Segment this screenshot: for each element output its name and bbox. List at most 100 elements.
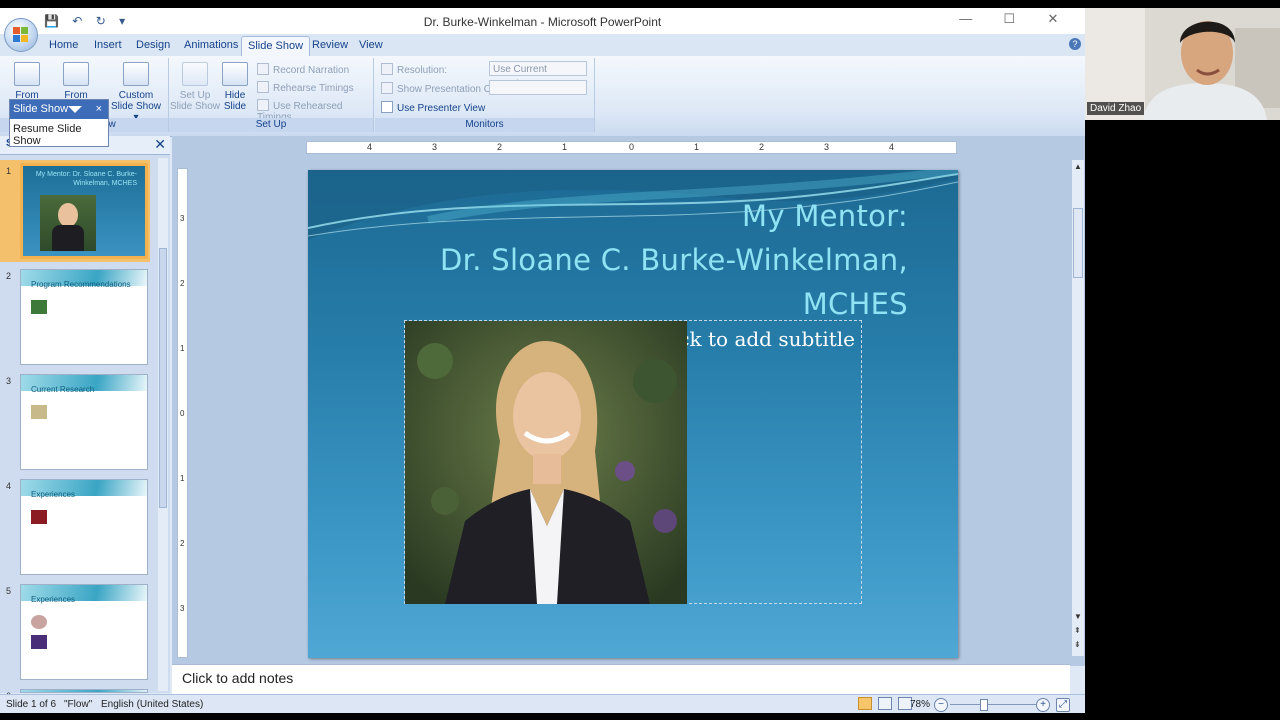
set-up-icon bbox=[182, 62, 208, 86]
rehearse-timings-icon bbox=[257, 81, 269, 93]
monitor-icon bbox=[381, 82, 393, 94]
window-controls: — ☐ ✕ bbox=[946, 11, 1073, 27]
maximize-button[interactable]: ☐ bbox=[989, 11, 1029, 27]
popup-header[interactable]: Slide Show × bbox=[10, 100, 108, 119]
editor-scrollbar[interactable]: ▲ ▼ ⇞ ⇟ bbox=[1072, 160, 1084, 656]
monitors-group-label: Monitors bbox=[375, 118, 594, 132]
set-up-slide-show-button[interactable]: Set Up Slide Show bbox=[169, 62, 221, 112]
popup-close-icon[interactable]: × bbox=[96, 100, 102, 119]
custom-slide-show-icon bbox=[123, 62, 149, 86]
office-button[interactable] bbox=[4, 18, 38, 52]
zoom-level[interactable]: 78% bbox=[910, 699, 930, 710]
notes-pane[interactable]: Click to add notes bbox=[172, 664, 1070, 695]
slides-pane-close-icon[interactable]: ✕ bbox=[154, 136, 166, 153]
record-narration-button[interactable]: Record Narration bbox=[257, 63, 349, 76]
custom-slide-show-button[interactable]: Custom Slide Show ▾ bbox=[108, 62, 164, 123]
checkbox-icon bbox=[381, 101, 393, 113]
tab-insert[interactable]: Insert bbox=[94, 39, 122, 51]
theme-name: "Flow" bbox=[64, 699, 93, 710]
thumb-graphic bbox=[31, 300, 47, 314]
window-title: Dr. Burke-Winkelman - Microsoft PowerPoi… bbox=[423, 15, 662, 29]
resolution-select[interactable]: Use Current Resolut... bbox=[489, 61, 587, 90]
thumb-title: My Mentor: Dr. Sloane C. Burke-Winkelman… bbox=[35, 171, 137, 187]
thumb-wave bbox=[21, 690, 147, 692]
ribbon-tabs: Home Insert Design Animations Slide Show… bbox=[0, 34, 1085, 58]
scrollbar-thumb[interactable] bbox=[159, 248, 167, 508]
from-beginning-icon bbox=[14, 62, 40, 86]
powerpoint-window: 💾 ↶ ↻ ▾ Dr. Burke-Winkelman - Microsoft … bbox=[0, 8, 1085, 713]
from-current-slide-button[interactable]: From bbox=[50, 62, 102, 101]
thumb-number: 3 bbox=[6, 376, 12, 386]
thumb-number: 4 bbox=[6, 481, 12, 491]
thumb-number: 5 bbox=[6, 586, 12, 596]
slides-pane-scrollbar[interactable] bbox=[158, 158, 168, 691]
mentor-photo[interactable] bbox=[405, 321, 687, 604]
show-presentation-on-label: Show Presentation On: bbox=[381, 82, 500, 95]
office-logo-icon bbox=[13, 27, 29, 43]
slide-thumbnail-6[interactable] bbox=[20, 689, 148, 693]
resume-slide-show-item[interactable]: Resume Slide Show bbox=[10, 119, 108, 151]
hide-slide-icon bbox=[222, 62, 248, 86]
notes-placeholder: Click to add notes bbox=[182, 670, 294, 686]
next-slide-icon[interactable]: ⇟ bbox=[1074, 640, 1081, 649]
ribbon: From From Custom Slide Show ▾ ow Set Up … bbox=[0, 56, 1085, 137]
tab-view[interactable]: View bbox=[359, 39, 383, 51]
thumb-photo bbox=[40, 195, 96, 251]
set-up-group-label: Set Up bbox=[169, 118, 373, 132]
tab-slide-show[interactable]: Slide Show bbox=[241, 36, 311, 58]
thumb-number: 2 bbox=[6, 271, 12, 281]
zoom-slider-knob[interactable] bbox=[980, 699, 988, 711]
scroll-up-icon[interactable]: ▲ bbox=[1074, 162, 1082, 171]
from-beginning-button[interactable]: From bbox=[1, 62, 53, 101]
slide-thumbnail-3[interactable]: Current Research bbox=[20, 374, 148, 470]
scroll-down-icon[interactable]: ▼ bbox=[1074, 612, 1082, 621]
thumb-title: Program Recommendations bbox=[31, 280, 131, 289]
slide-title[interactable]: My Mentor: Dr. Sloane C. Burke-Winkelman… bbox=[440, 194, 908, 326]
slides-pane: Slides Outline ✕ 1 My Mentor: Dr. Sloane… bbox=[0, 136, 170, 701]
slide-sorter-view-icon[interactable] bbox=[877, 697, 892, 710]
hide-slide-button[interactable]: Hide Slide bbox=[215, 62, 255, 112]
zoom-slider[interactable] bbox=[950, 699, 1040, 711]
fit-to-window-icon[interactable]: ⤢ bbox=[1056, 698, 1070, 712]
record-narration-icon bbox=[257, 63, 269, 75]
dropdown-arrow-icon[interactable] bbox=[68, 106, 82, 113]
zoom-in-icon[interactable]: + bbox=[1036, 698, 1050, 712]
help-icon[interactable]: ? bbox=[1069, 38, 1081, 50]
horizontal-ruler: 4 3 2 1 0 1 2 3 4 bbox=[306, 141, 957, 154]
show-presentation-on-select[interactable] bbox=[489, 80, 587, 95]
scrollbar-thumb[interactable] bbox=[1073, 208, 1083, 278]
checkbox-icon bbox=[257, 99, 269, 111]
normal-view-icon[interactable] bbox=[858, 697, 872, 710]
slide-show-popup-menu: Slide Show × Resume Slide Show bbox=[9, 99, 109, 147]
webcam-feed: David Zhao bbox=[1085, 8, 1280, 120]
black-margin bbox=[1085, 120, 1280, 720]
title-bar: 💾 ↶ ↻ ▾ Dr. Burke-Winkelman - Microsoft … bbox=[0, 8, 1085, 34]
slide-thumbnail-4[interactable]: Experiences bbox=[20, 479, 148, 575]
use-presenter-view-checkbox[interactable]: Use Presenter View bbox=[381, 101, 485, 114]
participant-name: David Zhao bbox=[1087, 102, 1145, 115]
close-button[interactable]: ✕ bbox=[1033, 11, 1073, 27]
vertical-ruler: 3 2 1 0 1 2 3 bbox=[177, 168, 188, 658]
slide-thumbnail-1[interactable]: My Mentor: Dr. Sloane C. Burke-Winkelman… bbox=[20, 163, 148, 259]
thumb-title: Current Research bbox=[31, 385, 95, 394]
zoom-out-icon[interactable]: − bbox=[934, 698, 948, 712]
thumb-graphic bbox=[31, 635, 47, 649]
slide-thumbnail-2[interactable]: Program Recommendations bbox=[20, 269, 148, 365]
resolution-icon bbox=[381, 63, 393, 75]
tab-animations[interactable]: Animations bbox=[184, 39, 238, 51]
previous-slide-icon[interactable]: ⇞ bbox=[1074, 626, 1081, 635]
tab-review[interactable]: Review bbox=[312, 39, 348, 51]
tab-design[interactable]: Design bbox=[136, 39, 170, 51]
tab-home[interactable]: Home bbox=[49, 39, 78, 51]
rehearse-timings-button[interactable]: Rehearse Timings bbox=[257, 81, 354, 94]
thumb-graphic bbox=[31, 405, 47, 419]
thumb-graphic bbox=[31, 615, 47, 629]
top-black-bar bbox=[0, 0, 1280, 8]
minimize-button[interactable]: — bbox=[946, 11, 986, 26]
thumb-title: Experiences bbox=[31, 490, 76, 499]
slide-canvas[interactable]: My Mentor: Dr. Sloane C. Burke-Winkelman… bbox=[308, 170, 958, 658]
view-buttons bbox=[858, 697, 915, 710]
status-bar: Slide 1 of 6 "Flow" English (United Stat… bbox=[0, 694, 1085, 713]
slide-thumbnail-5[interactable]: Experiences bbox=[20, 584, 148, 680]
language-indicator[interactable]: English (United States) bbox=[101, 699, 203, 710]
